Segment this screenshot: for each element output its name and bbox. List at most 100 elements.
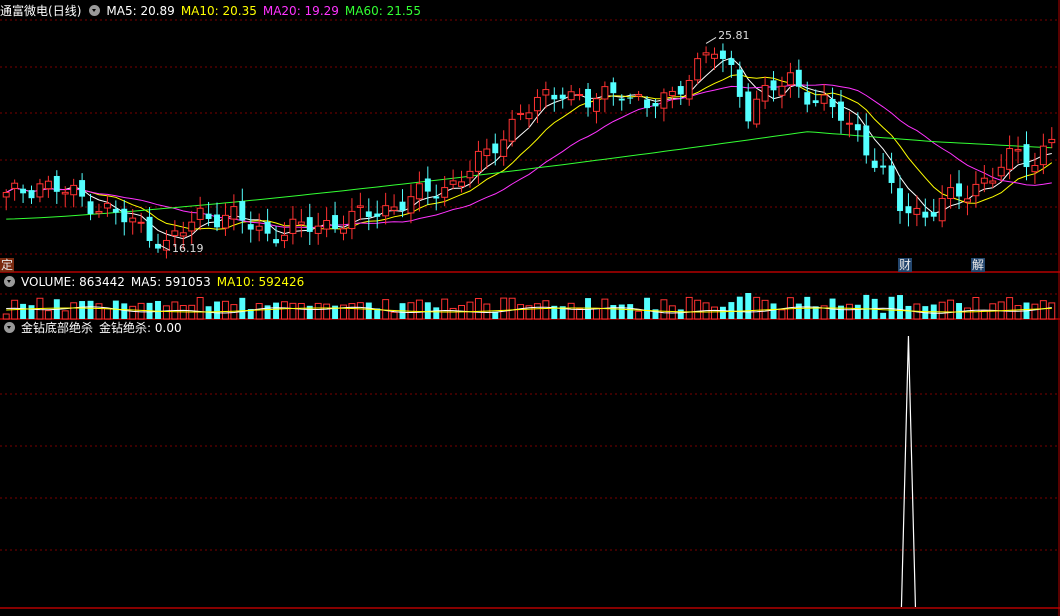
volume-bar-down bbox=[239, 297, 246, 319]
candle-down bbox=[930, 212, 937, 217]
candle-up bbox=[711, 53, 718, 59]
chevron-down-icon[interactable] bbox=[4, 276, 15, 287]
volume-bar-up bbox=[129, 305, 137, 320]
candle-up bbox=[474, 150, 482, 172]
volume-bar-up bbox=[221, 300, 229, 320]
volume-bar-up bbox=[947, 299, 955, 320]
candle-up bbox=[44, 180, 52, 190]
candle-up bbox=[314, 225, 322, 234]
volume-bar-down bbox=[365, 302, 372, 319]
candle-down bbox=[273, 239, 280, 244]
moving-average-lines bbox=[5, 57, 1053, 240]
candle-up bbox=[778, 85, 786, 96]
candle-down bbox=[829, 98, 836, 108]
chevron-down-icon[interactable] bbox=[4, 322, 15, 333]
candle-up bbox=[1031, 165, 1039, 173]
candle-up bbox=[1039, 145, 1047, 166]
candle-down bbox=[306, 217, 313, 232]
volume-bar-up bbox=[711, 306, 718, 320]
volume-bar-up bbox=[694, 299, 702, 320]
candle-up bbox=[466, 170, 474, 179]
candle-up bbox=[786, 72, 794, 86]
main-chart-header: 通富微电(日线) MA5: 20.89 MA10: 20.35 MA20: 19.29… bbox=[0, 3, 427, 19]
candle-up bbox=[179, 232, 187, 237]
volume-bar-down bbox=[736, 296, 743, 319]
candle-up bbox=[281, 234, 288, 242]
volume-bar-up bbox=[778, 309, 786, 320]
financial-report-tag[interactable]: 财 bbox=[898, 258, 913, 272]
candle-down bbox=[585, 88, 591, 108]
candle-down bbox=[247, 224, 254, 230]
volume-bar-up bbox=[542, 300, 550, 320]
volume-bar-down bbox=[795, 303, 802, 319]
stock-name: 通富微电 bbox=[0, 4, 49, 18]
candle-down bbox=[863, 125, 870, 156]
volume-bar-up bbox=[660, 299, 668, 320]
candle-up bbox=[947, 187, 955, 200]
volume-bar-up bbox=[938, 301, 946, 320]
ma5-label: MA5: 20.89 bbox=[106, 4, 175, 18]
candle-up bbox=[500, 139, 508, 157]
volume-bar-down bbox=[905, 305, 912, 319]
volume-bar-up bbox=[297, 302, 305, 320]
volume-bar-up bbox=[753, 296, 761, 320]
volume-bar-up bbox=[441, 298, 449, 320]
candle-up bbox=[601, 86, 609, 100]
candle-down bbox=[121, 208, 128, 223]
candle-up bbox=[576, 94, 584, 97]
candle-up bbox=[567, 91, 575, 101]
volume-bar-down bbox=[28, 305, 35, 319]
candle-up bbox=[685, 79, 693, 100]
candle-down bbox=[922, 211, 929, 218]
candle-down bbox=[905, 206, 912, 214]
candle-up bbox=[95, 210, 103, 214]
candle-down bbox=[551, 94, 558, 100]
indicator-line bbox=[900, 335, 917, 608]
candle-up bbox=[297, 221, 305, 225]
candle-down bbox=[53, 175, 60, 192]
volume-bar-up bbox=[449, 307, 457, 320]
volume-bar-down bbox=[854, 304, 861, 319]
candle-up bbox=[458, 181, 466, 187]
volume-bar-down bbox=[492, 311, 499, 319]
volume-bar-up bbox=[668, 305, 676, 320]
candle-up bbox=[508, 118, 516, 142]
volume-bar-up bbox=[281, 301, 288, 320]
stock-chart[interactable] bbox=[0, 0, 1060, 616]
indicator-value: 金钻绝杀: 0.00 bbox=[99, 321, 182, 335]
chevron-down-icon[interactable] bbox=[89, 5, 101, 16]
candle-down bbox=[239, 201, 246, 221]
volume-bar-up bbox=[44, 310, 52, 320]
candle-up bbox=[997, 166, 1005, 177]
candle-up bbox=[753, 98, 761, 125]
volume-label: VOLUME: 863442 bbox=[21, 275, 125, 289]
candle-down bbox=[112, 208, 119, 213]
candle-down bbox=[146, 216, 153, 241]
left-marker-tag[interactable]: 定 bbox=[0, 258, 15, 272]
candle-up bbox=[230, 206, 238, 220]
candle-up bbox=[171, 230, 179, 236]
candle-down bbox=[871, 160, 878, 168]
volume-bar-up bbox=[1039, 300, 1047, 320]
volume-bar-down bbox=[121, 303, 128, 319]
candle-up bbox=[289, 218, 297, 234]
indicator-spike bbox=[900, 335, 917, 608]
candle-up bbox=[61, 191, 69, 195]
volume-bar-down bbox=[155, 301, 161, 319]
volume-bar-up bbox=[415, 299, 423, 320]
volume-bar-up bbox=[95, 303, 103, 320]
candle-up bbox=[542, 89, 550, 96]
candle-down bbox=[854, 124, 861, 131]
candle-up bbox=[340, 228, 347, 234]
candle-up bbox=[137, 221, 145, 224]
candle-down bbox=[652, 102, 659, 107]
volume-bar-down bbox=[863, 294, 870, 319]
candle-down bbox=[399, 201, 406, 211]
unlock-tag[interactable]: 解 bbox=[971, 258, 986, 272]
candle-up bbox=[129, 217, 137, 223]
candle-up bbox=[761, 84, 769, 102]
candle-up bbox=[382, 205, 390, 217]
candle-up bbox=[938, 197, 946, 222]
candle-down bbox=[365, 211, 372, 217]
candle-down bbox=[627, 97, 634, 99]
